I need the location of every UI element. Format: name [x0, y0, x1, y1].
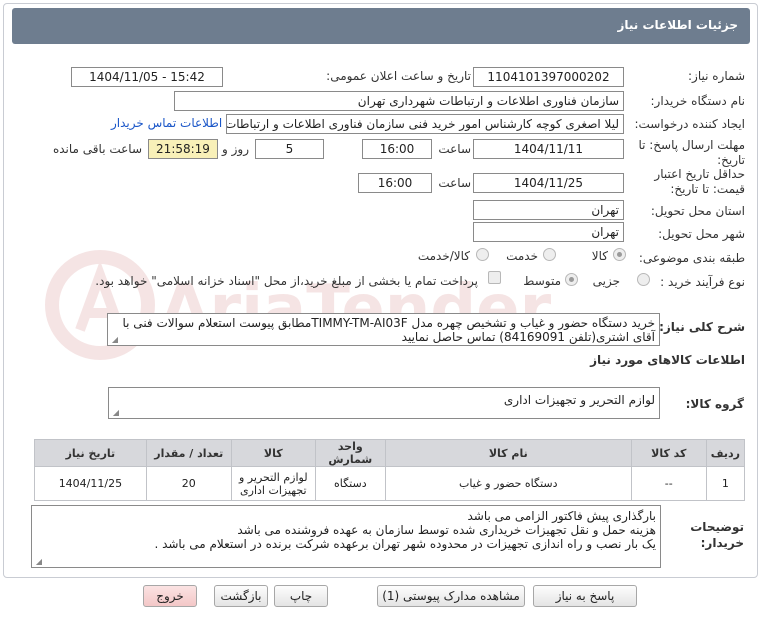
validity-label-2: قیمت: تا تاریخ: [670, 182, 745, 196]
goods-group-label: گروه کالا: [685, 397, 744, 411]
deadline-date-field: 1404/11/11 [473, 139, 624, 159]
goods-table: ردیف کد کالا نام کالا واحد شمارش کالا تع… [34, 439, 746, 501]
province-label: استان محل تحویل: [650, 204, 745, 218]
resize-grip-icon[interactable]: ◢ [110, 336, 118, 344]
description-label: شرح کلی نیاز: [659, 320, 745, 334]
reply-button[interactable]: پاسخ به نیاز [533, 585, 637, 607]
city-field: تهران [473, 222, 624, 242]
announce-label: تاریخ و ساعت اعلان عمومی: [326, 69, 471, 83]
col-goods-code: کد کالا [630, 439, 707, 467]
buyer-org-field: سازمان فناوری اطلاعات و ارتباطات شهرداری… [174, 91, 624, 111]
buyer-org-label: نام دستگاه خریدار: [650, 94, 746, 108]
buyer-notes-textarea: بارگذاری پیش فاکتور الزامی می باشد هزینه… [31, 505, 661, 568]
col-unit: واحد شمارش [314, 439, 386, 467]
purchase-option-minor: جزیی [592, 274, 620, 288]
category-label: طبقه بندی موضوعی: [638, 251, 745, 265]
purchase-type-label: نوع فرآیند خرید : [660, 275, 745, 289]
page-title: جزئیات اطلاعات نیاز [617, 18, 738, 32]
remaining-label: ساعت باقی مانده [52, 142, 142, 156]
resize-grip-icon[interactable]: ◢ [34, 558, 42, 566]
validity-time-field: 16:00 [358, 173, 432, 193]
cell-goods-code: -- [630, 466, 707, 501]
validity-label: حداقل تاریخ اعتبار [654, 167, 745, 181]
description-textarea: خرید دستگاه حضور و غیاب و تشخیص چهره مدل… [107, 313, 660, 346]
deadline-label-2: تاریخ: [717, 153, 745, 167]
deadline-time-field: 16:00 [362, 139, 432, 159]
purchase-radio-minor[interactable] [637, 273, 650, 286]
buyer-note-line: یک بار نصب و راه اندازی تجهیزات در محدود… [154, 537, 656, 551]
col-quantity: تعداد / مقدار [145, 439, 232, 467]
cell-quantity: 20 [145, 466, 232, 501]
col-need-date: تاریخ نیاز [34, 439, 147, 467]
col-goods-name: نام کالا [384, 439, 632, 467]
cell-goods-name: دستگاه حضور و غیاب [384, 466, 632, 501]
cell-unit: دستگاه [314, 466, 386, 501]
validity-time-label: ساعت [438, 176, 471, 190]
purchase-option-medium: متوسط [523, 274, 561, 288]
buyer-note-line: هزینه حمل و نقل تجهیزات خریداری شده توسط… [237, 523, 656, 537]
validity-date-field: 1404/11/25 [473, 173, 624, 193]
treasury-payment-checkbox[interactable] [488, 271, 501, 284]
creator-label: ایجاد کننده درخواست: [634, 117, 745, 131]
view-documents-button[interactable]: مشاهده مدارک پیوستی (1) [377, 585, 525, 607]
contact-buyer-link[interactable]: اطلاعات تماس خریدار [111, 116, 222, 130]
goods-group-textarea: لوازم التحریر و تجهیزات اداری ◢ [108, 387, 660, 419]
days-label: روز و [222, 142, 249, 156]
category-radio-service[interactable] [543, 248, 556, 261]
category-option-service: خدمت [506, 249, 538, 263]
need-number-label: شماره نیاز: [688, 69, 745, 83]
col-goods: کالا [230, 439, 316, 467]
deadline-time-label: ساعت [438, 142, 471, 156]
category-option-goods: کالا [591, 249, 608, 263]
buyer-notes-label-2: خریدار: [700, 536, 744, 550]
announce-field: 1404/11/05 - 15:42 [71, 67, 223, 87]
days-field: 5 [255, 139, 324, 159]
creator-field: لیلا اصغری کوچه کارشناس امور خرید فنی سا… [226, 114, 624, 134]
back-button[interactable]: بازگشت [214, 585, 268, 607]
cell-need-date: 1404/11/25 [34, 466, 147, 501]
table-row: 1 -- دستگاه حضور و غیاب دستگاه لوازم الت… [34, 466, 746, 501]
category-radio-goods-service[interactable] [476, 248, 489, 261]
category-option-goods-service: کالا/خدمت [417, 249, 470, 263]
buyer-note-line: بارگذاری پیش فاکتور الزامی می باشد [467, 509, 656, 523]
deadline-label: مهلت ارسال پاسخ: تا [638, 138, 745, 152]
purchase-radio-medium[interactable] [565, 273, 578, 286]
cell-row: 1 [705, 466, 746, 501]
city-label: شهر محل تحویل: [658, 227, 745, 241]
goods-info-title: اطلاعات کالاهای مورد نیاز [590, 353, 745, 367]
need-number-field: 1104101397000202 [473, 67, 624, 87]
buyer-notes-label: توضیحات [690, 520, 744, 534]
page-header: جزئیات اطلاعات نیاز [12, 8, 750, 44]
category-radio-goods[interactable] [613, 248, 626, 261]
province-field: تهران [473, 200, 624, 220]
treasury-payment-note: پرداخت تمام یا بخشی از مبلغ خرید،از محل … [95, 274, 478, 288]
exit-button[interactable]: خروج [143, 585, 197, 607]
remaining-time-field: 21:58:19 [148, 139, 218, 159]
resize-grip-icon[interactable]: ◢ [111, 409, 119, 417]
col-row: ردیف [705, 439, 746, 467]
table-header-row: ردیف کد کالا نام کالا واحد شمارش کالا تع… [34, 439, 746, 467]
cell-goods: لوازم التحریر و تجهیزات اداری [230, 466, 316, 501]
print-button[interactable]: چاپ [274, 585, 328, 607]
